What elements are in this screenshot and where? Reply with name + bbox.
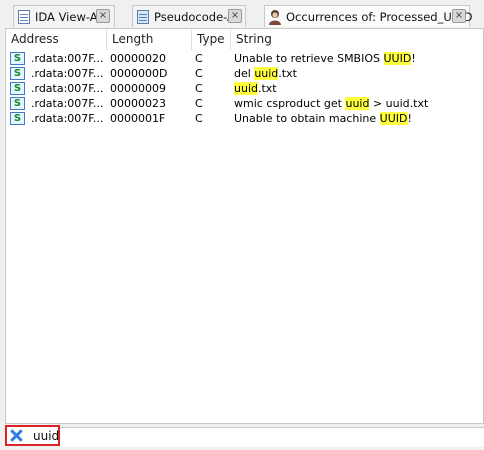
address-cell: .rdata:007F... [31,52,104,65]
length-cell: 00000009 [110,82,166,95]
string-cell: uuid.txt [234,82,277,95]
string-cell: Unable to retrieve SMBIOS UUID! [234,52,416,65]
tab-label: IDA View-A [35,9,98,24]
close-filter-icon[interactable] [10,429,23,442]
address-cell: .rdata:007F... [31,112,104,125]
tab-label: Pseudocode-A [154,9,235,24]
close-tab-button[interactable]: × [228,9,242,23]
tab-ida-view[interactable]: IDA View-A × [13,5,115,27]
filter-bar: uuid [0,424,484,450]
type-cell: C [195,112,203,125]
string-icon: S [10,52,25,65]
filter-field-extension[interactable] [60,427,484,447]
length-cell: 0000000D [110,67,168,80]
address-cell: .rdata:007F... [31,67,104,80]
table-row[interactable]: S .rdata:007F... 0000001F C Unable to obt… [6,111,483,126]
length-cell: 0000001F [110,112,166,125]
type-cell: C [195,52,203,65]
filter-input[interactable]: uuid [5,425,60,446]
address-cell: .rdata:007F... [31,97,104,110]
table-icon [135,9,151,25]
table-icon [16,9,32,25]
filter-value: uuid [33,428,60,443]
string-cell: Unable to obtain machine UUID! [234,112,412,125]
column-header-address[interactable]: Address [6,29,107,50]
length-cell: 00000020 [110,52,166,65]
string-icon: S [10,82,25,95]
close-tab-button[interactable]: × [96,9,110,23]
address-cell: .rdata:007F... [31,82,104,95]
match-highlight: UUID [383,52,412,65]
table-row[interactable]: S .rdata:007F... 0000000D C del uuid.txt [6,66,483,81]
results-list: S .rdata:007F... 00000020 C Unable to ret… [6,51,483,126]
match-highlight: UUID [379,112,408,125]
close-tab-button[interactable]: × [452,9,466,23]
tab-pseudocode[interactable]: Pseudocode-A × [132,5,246,27]
tab-label: Occurrences of: Processed_UUID [286,9,473,24]
length-cell: 00000023 [110,97,166,110]
column-header-length[interactable]: Length [107,29,192,50]
string-icon: S [10,67,25,80]
column-header-type[interactable]: Type [192,29,231,50]
type-cell: C [195,67,203,80]
table-row[interactable]: S .rdata:007F... 00000009 C uuid.txt [6,81,483,96]
tab-bar: IDA View-A × Pseudocode-A × Occurrences … [0,0,484,30]
occurrences-panel: Address Length Type String S .rdata:007F.… [5,28,484,424]
table-header: Address Length Type String [6,29,483,50]
match-highlight: uuid [234,82,258,95]
match-highlight: uuid [345,97,370,110]
string-icon: S [10,97,25,110]
string-cell: wmic csproduct get uuid > uuid.txt [234,97,429,110]
match-highlight: uuid [254,67,279,80]
string-cell: del uuid.txt [234,67,297,80]
table-row[interactable]: S .rdata:007F... 00000023 C wmic csproduc… [6,96,483,111]
type-cell: C [195,97,203,110]
portrait-icon [267,9,283,25]
tab-occurrences[interactable]: Occurrences of: Processed_UUID × [264,5,473,27]
type-cell: C [195,82,203,95]
string-icon: S [10,112,25,125]
table-row[interactable]: S .rdata:007F... 00000020 C Unable to ret… [6,51,483,66]
column-header-string[interactable]: String [231,29,483,50]
